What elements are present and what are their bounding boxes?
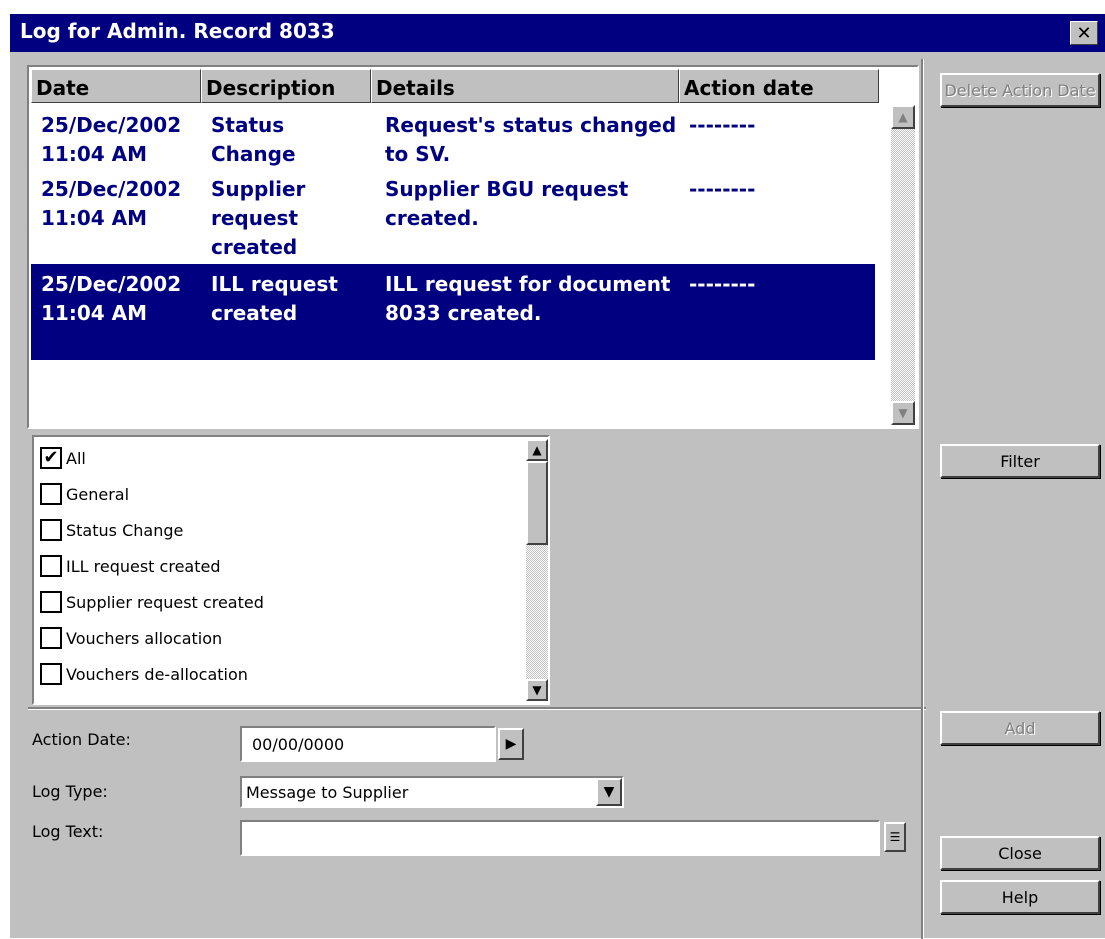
row-description: ILL request created [211,272,338,325]
log-type-select[interactable]: Message to Supplier [240,776,624,808]
column-header-date[interactable]: Date [31,69,201,103]
row-date: 25/Dec/2002 11:04 AM [41,177,182,230]
checkbox[interactable] [40,663,62,685]
close-button[interactable]: Close [940,836,1100,870]
log-type-label: Log Type: [32,782,108,801]
filter-item-label: All [66,448,86,468]
filter-item-supplier-request-created[interactable]: Supplier request created [40,587,264,617]
row-date: 25/Dec/2002 11:04 AM [41,272,182,325]
log-type-value: Message to Supplier [246,783,409,802]
add-button[interactable]: Add [940,711,1100,745]
filter-item-vouchers-de-allocation[interactable]: Vouchers de-allocation [40,659,248,689]
scroll-down-button[interactable]: ▼ [526,679,548,701]
filter-item-general[interactable]: General [40,479,129,509]
filter-list-scrollbar[interactable]: ▲ ▼ [526,439,548,701]
delete-action-date-button[interactable]: Delete Action Date [940,73,1100,107]
row-details: Supplier BGU request created. [385,177,629,230]
table-row[interactable]: 25/Dec/2002 11:04 AM Status Change Reque… [31,105,875,169]
log-text-expand-button[interactable]: ☰ [884,822,906,852]
checkbox[interactable] [40,555,62,577]
window-title: Log for Admin. Record 8033 [20,19,335,43]
filter-item-label: Vouchers de-allocation [66,664,248,684]
scroll-up-button[interactable]: ▲ [891,105,915,129]
scroll-thumb[interactable] [526,461,548,545]
log-table-scrollbar[interactable]: ▲ ▼ [891,105,915,425]
vertical-divider [921,59,924,939]
action-date-label: Action Date: [32,730,131,749]
arrow-right-icon: ▶ [505,736,517,752]
list-expand-icon: ☰ [889,830,901,844]
log-type-dropdown-button[interactable]: ▼ [596,778,622,806]
log-type-filter-list: ✔ All General Status Change ILL request … [32,435,550,705]
row-description: Status Change [211,113,296,166]
row-details: Request's status changed to SV. [385,113,677,166]
filter-button[interactable]: Filter [940,444,1100,478]
filter-item-status-change[interactable]: Status Change [40,515,183,545]
table-row-selected[interactable]: 25/Dec/2002 11:04 AM ILL request created… [31,264,875,360]
scroll-down-button[interactable]: ▼ [891,401,915,425]
log-table: Date Description Details Action date 25/… [27,65,919,429]
arrow-up-icon: ▲ [898,110,908,124]
close-window-button[interactable]: ✕ [1070,21,1098,45]
scroll-up-button[interactable]: ▲ [526,439,548,461]
filter-item-all[interactable]: ✔ All [40,443,86,473]
checkbox[interactable] [40,519,62,541]
row-description: Supplier request created [211,177,306,259]
log-text-label: Log Text: [32,822,104,841]
checkbox-checked[interactable]: ✔ [40,447,62,469]
calendar-button[interactable]: ▶ [498,728,524,760]
row-date: 25/Dec/2002 11:04 AM [41,113,182,166]
filter-item-label: Vouchers allocation [66,628,223,648]
row-action-date: -------- [689,177,756,201]
arrow-down-icon: ▼ [898,406,908,420]
row-action-date: -------- [689,113,756,137]
checkbox[interactable] [40,591,62,613]
horizontal-divider [28,707,926,710]
title-bar: Log for Admin. Record 8033 ✕ [10,14,1105,52]
checkbox[interactable] [40,627,62,649]
log-table-header: Date Description Details Action date [31,69,891,103]
filter-item-label: Status Change [66,520,184,540]
filter-item-vouchers-allocation[interactable]: Vouchers allocation [40,623,222,653]
filter-item-label: Supplier request created [66,592,264,612]
filter-item-ill-request-created[interactable]: ILL request created [40,551,220,581]
arrow-down-icon: ▼ [532,683,542,697]
log-dialog: Log for Admin. Record 8033 ✕ Date Descri… [10,14,1105,939]
arrow-up-icon: ▲ [532,443,542,457]
column-header-action-date[interactable]: Action date [679,69,879,103]
action-date-field[interactable]: 00/00/0000 [240,726,496,762]
close-icon: ✕ [1076,22,1092,44]
checkbox[interactable] [40,483,62,505]
column-header-description[interactable]: Description [201,69,371,103]
column-header-details[interactable]: Details [371,69,679,103]
row-details: ILL request for document 8033 created. [385,272,671,325]
log-text-input[interactable] [240,820,880,856]
row-action-date: -------- [689,272,756,296]
table-row[interactable]: 25/Dec/2002 11:04 AM Supplier request cr… [31,169,875,264]
help-button[interactable]: Help [940,880,1100,914]
chevron-down-icon: ▼ [603,784,615,800]
filter-item-label: ILL request created [66,556,221,576]
filter-item-label: General [66,484,130,504]
